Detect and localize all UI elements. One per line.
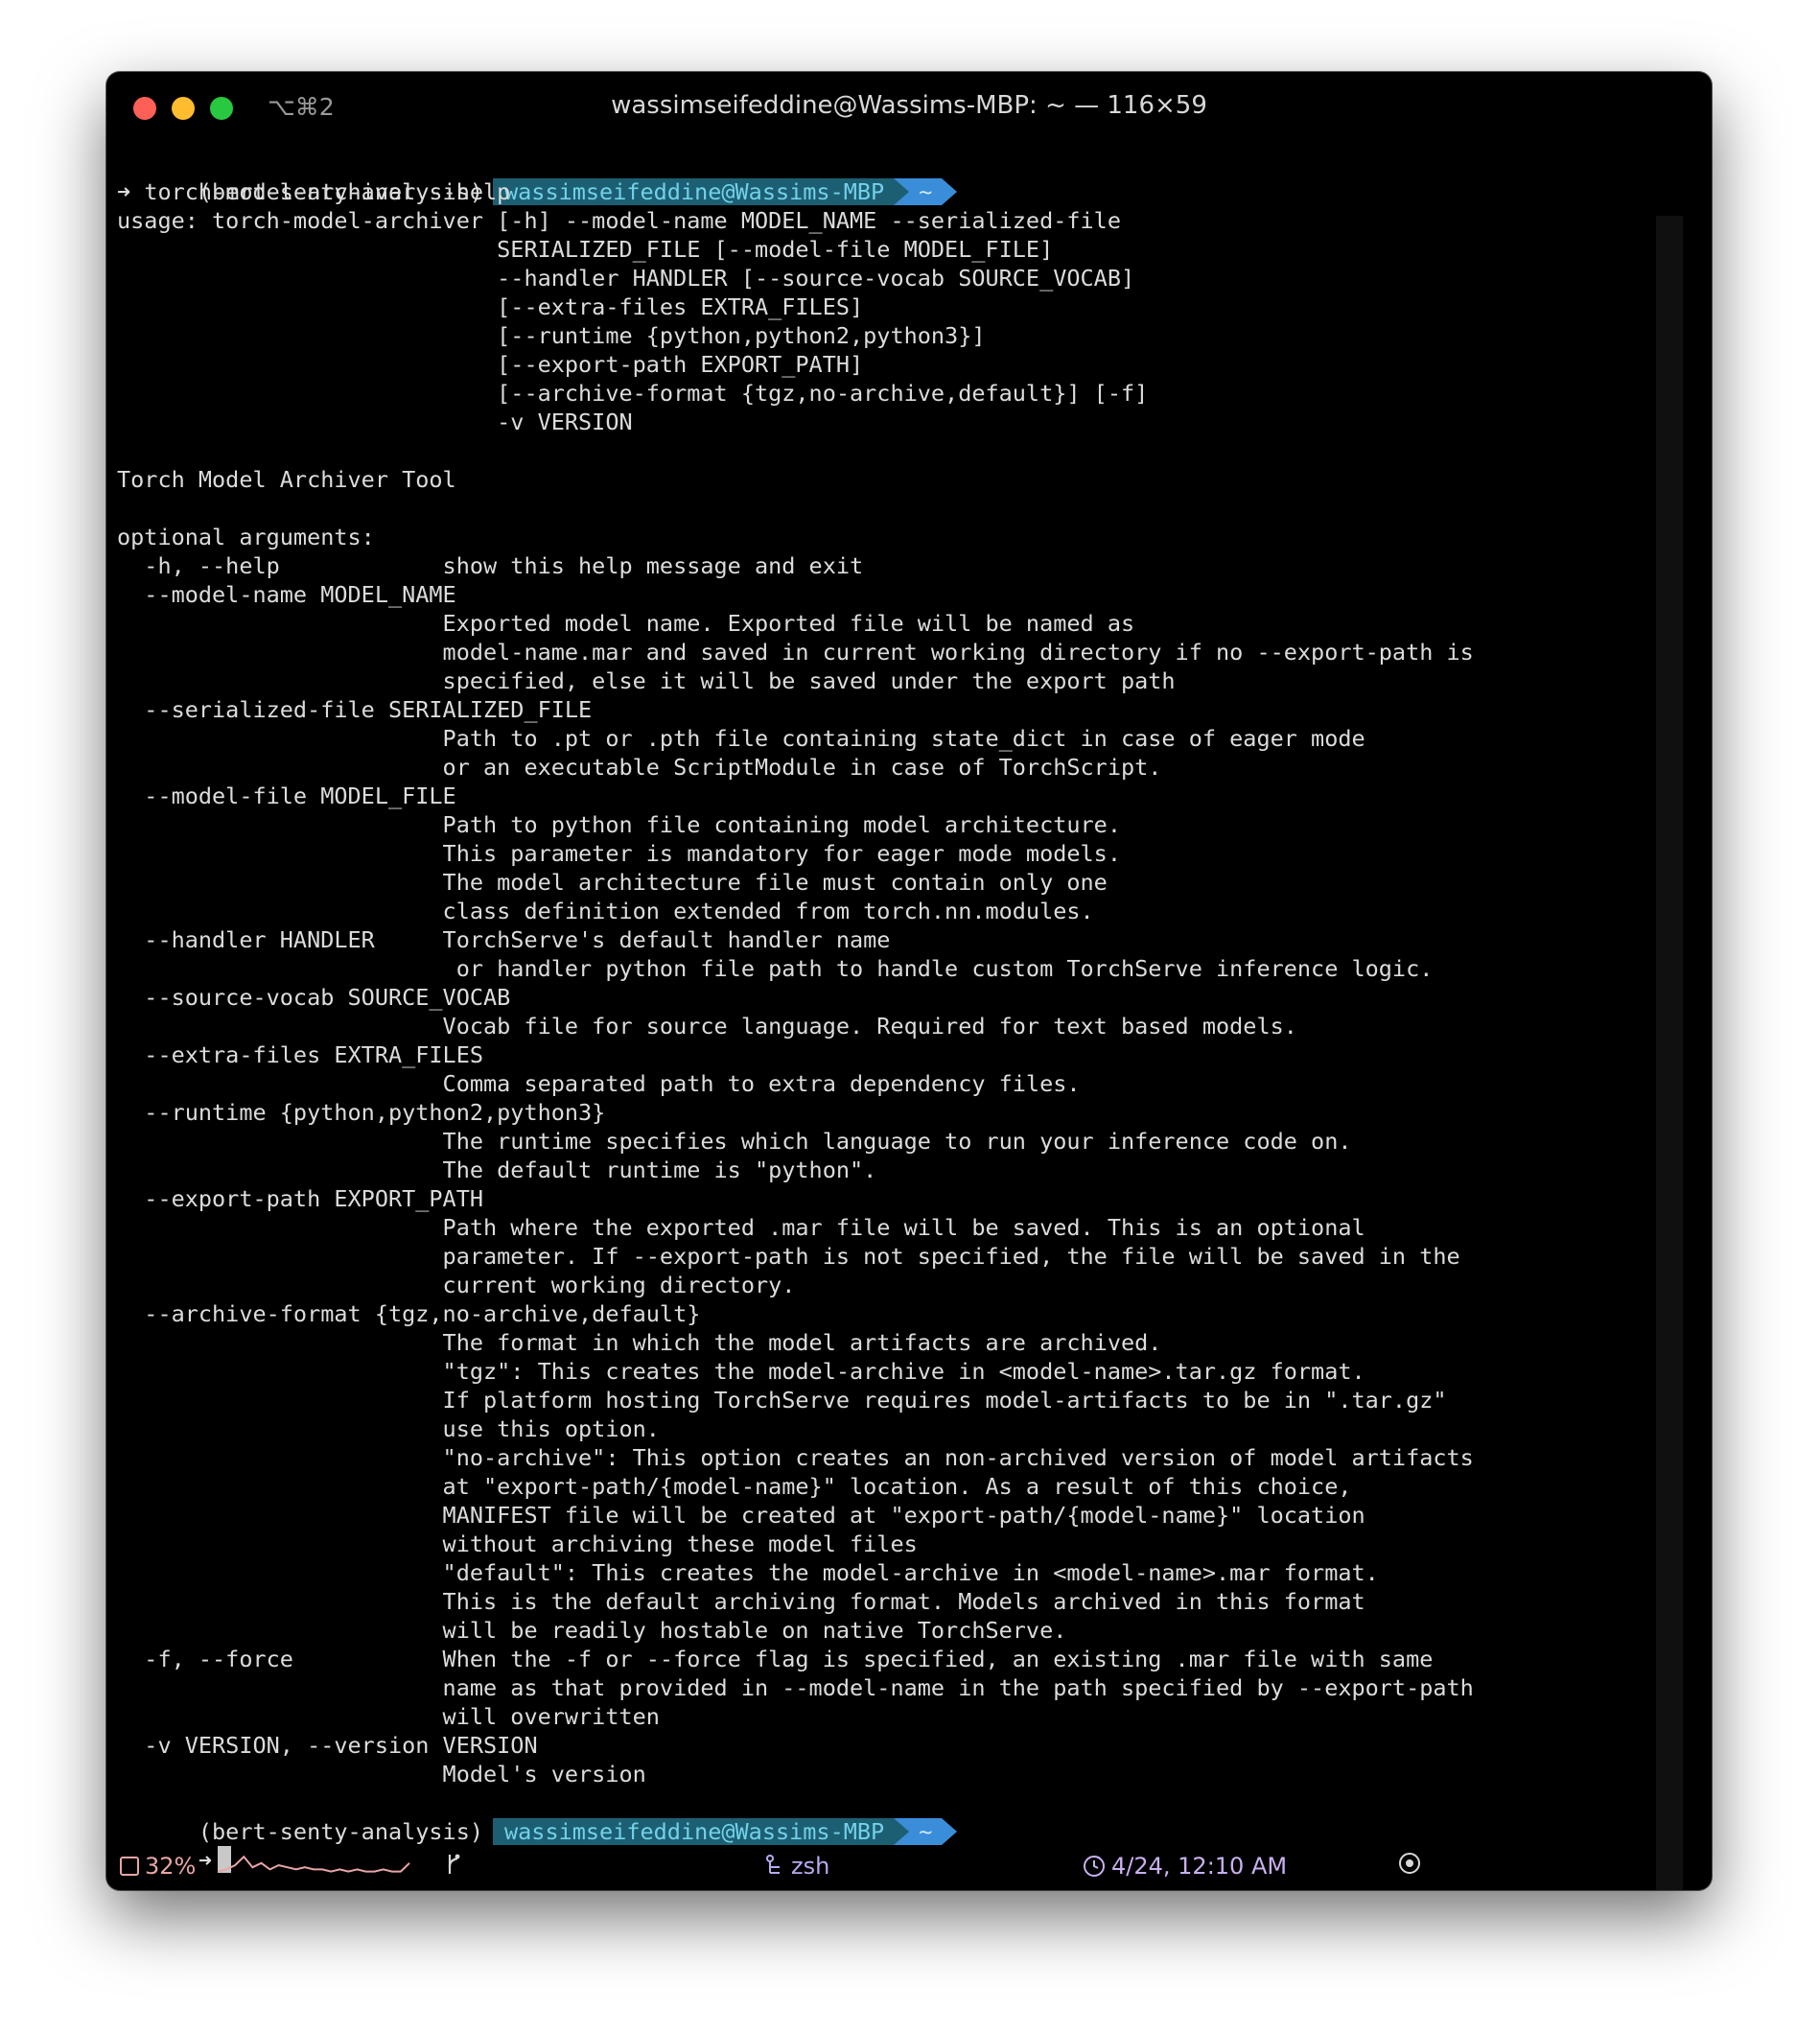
output-line: -f, --force When the -f or --force flag … [117, 1646, 1434, 1672]
output-line: MANIFEST file will be created at "export… [117, 1502, 1365, 1529]
cpu-percent: 32% [145, 1853, 197, 1880]
cpu-sparkline [218, 1855, 410, 1873]
output-line: current working directory. [117, 1272, 796, 1298]
output-line: will overwritten [117, 1703, 660, 1730]
output-line: [--archive-format {tgz,no-archive,defaul… [117, 380, 1149, 407]
output-line: --model-name MODEL_NAME [117, 581, 456, 608]
input-line[interactable]: ➜ [117, 1817, 232, 1874]
shell-name: zsh [791, 1853, 830, 1880]
clock-icon [1084, 1856, 1105, 1877]
datetime-indicator: 4/24, 12:10 AM [1083, 1853, 1287, 1880]
output-line: optional arguments: [117, 524, 375, 550]
prompt-directory-2: ~ [894, 1818, 958, 1845]
process-icon [766, 1855, 780, 1874]
output-line: --export-path EXPORT_PATH [117, 1185, 484, 1212]
prompt-line-2: (bert-senty-analysis) wassimseifeddine@Wa… [117, 1788, 958, 1845]
output-line: --handler HANDLER TorchServe's default h… [117, 926, 891, 953]
output-line: --source-vocab SOURCE_VOCAB [117, 984, 511, 1011]
output-line: --extra-files EXTRA_FILES [117, 1041, 484, 1068]
output-line: name as that provided in --model-name in… [117, 1674, 1474, 1701]
output-line: The format in which the model artifacts … [117, 1329, 1162, 1356]
prompt-user-host: wassimseifeddine@Wassims-MBP [493, 178, 897, 205]
prompt-env-2: (bert-senty-analysis) [198, 1818, 484, 1845]
output-line: The model architecture file must contain… [117, 869, 1108, 896]
output-line: [--extra-files EXTRA_FILES] [117, 293, 864, 320]
datetime-text: 4/24, 12:10 AM [1111, 1853, 1288, 1880]
output-line: at "export-path/{model-name}" location. … [117, 1473, 1352, 1500]
output-line: --runtime {python,python2,python3} [117, 1099, 606, 1126]
terminal-window[interactable]: ⌥⌘2 wassimseifeddine@Wassims-MBP: ~ — 11… [106, 72, 1712, 1890]
output-line: or an executable ScriptModule in case of… [117, 754, 1162, 781]
cpu-icon [120, 1857, 139, 1876]
output-line: Path to python file containing model arc… [117, 811, 1121, 838]
output-line: without archiving these model files [117, 1531, 918, 1557]
output-line: [--export-path EXPORT_PATH] [117, 351, 864, 378]
output-line: model-name.mar and saved in current work… [117, 639, 1474, 666]
output-line: --handler HANDLER [--source-vocab SOURCE… [117, 265, 1135, 292]
prompt-arrow: ➜ [117, 178, 131, 205]
output-line: specified, else it will be saved under t… [117, 667, 1176, 694]
output-line: Path to .pt or .pth file containing stat… [117, 725, 1365, 752]
output-line: SERIALIZED_FILE [--model-file MODEL_FILE… [117, 236, 1054, 263]
sparkline-path [218, 1855, 410, 1873]
output-line: -h, --help show this help message and ex… [117, 552, 864, 579]
scrollbar[interactable] [1656, 216, 1683, 1890]
output-line: [--runtime {python,python2,python3}] [117, 322, 986, 349]
output-line: "default": This creates the model-archiv… [117, 1559, 1379, 1586]
prompt-user-host-2: wassimseifeddine@Wassims-MBP [493, 1818, 897, 1845]
output-line: --serialized-file SERIALIZED_FILE [117, 696, 593, 723]
output-line: use this option. [117, 1415, 660, 1442]
target-icon[interactable] [1397, 1851, 1422, 1881]
output-line: This parameter is mandatory for eager mo… [117, 840, 1121, 867]
output-line: The default runtime is "python". [117, 1157, 877, 1183]
output-line: Exported model name. Exported file will … [117, 610, 1135, 637]
output-line: Path where the exported .mar file will b… [117, 1214, 1365, 1241]
status-bar: 32% zsh 4/24, 12:10 AM [106, 1847, 1712, 1890]
git-branch-icon [444, 1851, 463, 1883]
output-line: class definition extended from torch.nn.… [117, 898, 1094, 924]
shell-indicator: zsh [764, 1853, 829, 1880]
terminal-content[interactable]: (bert-senty-analysis) wassimseifeddine@Wa… [117, 149, 1685, 1884]
cpu-usage: 32% [120, 1853, 196, 1880]
output-line: Torch Model Archiver Tool [117, 466, 456, 493]
prompt-directory: ~ [894, 178, 958, 205]
prompt-line: (bert-senty-analysis) wassimseifeddine@Wa… [117, 149, 958, 205]
output-line: will be readily hostable on native Torch… [117, 1617, 1067, 1644]
window-title: wassimseifeddine@Wassims-MBP: ~ — 116×59 [611, 91, 1207, 120]
title-bar[interactable]: ⌥⌘2 wassimseifeddine@Wassims-MBP: ~ — 11… [106, 72, 1712, 145]
output-line: Model's version [117, 1761, 646, 1788]
output-line: usage: torch-model-archiver [-h] --model… [117, 207, 1121, 234]
output-line: -v VERSION, --version VERSION [117, 1732, 538, 1759]
output-line: "tgz": This creates the model-archive in… [117, 1358, 1365, 1385]
output-line: This is the default archiving format. Mo… [117, 1588, 1365, 1615]
output-line: The runtime specifies which language to … [117, 1128, 1352, 1155]
output-line: --model-file MODEL_FILE [117, 783, 456, 809]
output-line: If platform hosting TorchServe requires … [117, 1387, 1447, 1414]
command-line: ➜ torch-model-archiver --help [117, 177, 510, 206]
output-line: parameter. If --export-path is not speci… [117, 1243, 1460, 1270]
output-line: -v VERSION [117, 409, 633, 435]
output-line: or handler python file path to handle cu… [117, 955, 1434, 982]
output-line: --archive-format {tgz,no-archive,default… [117, 1300, 701, 1327]
output-line: Comma separated path to extra dependency… [117, 1070, 1081, 1097]
output-line: "no-archive": This option creates an non… [117, 1444, 1474, 1471]
command-text: torch-model-archiver --help [144, 178, 511, 205]
output-line: Vocab file for source language. Required… [117, 1013, 1297, 1040]
